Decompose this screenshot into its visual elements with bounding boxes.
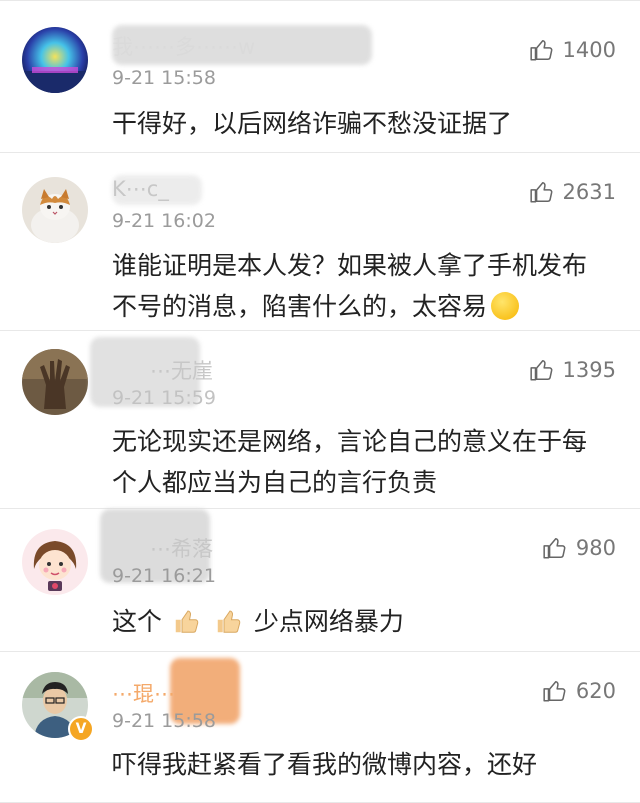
timestamp: 9-21 16:02 bbox=[112, 210, 216, 232]
username[interactable]: ⋯希落 bbox=[150, 533, 213, 563]
username[interactable]: ⋯琨⋯ bbox=[112, 678, 175, 708]
thumbs-up-emoji bbox=[217, 610, 241, 633]
thumbs-up-outline-icon bbox=[529, 40, 552, 61]
comment-item: ⋯无崖 9-21 15:59 1395 无论现实还是网络，言论自己的意义在于每 … bbox=[0, 331, 640, 509]
thumbs-up-emoji bbox=[175, 610, 199, 633]
comment-text: 无论现实还是网络，言论自己的意义在于每 个人都应当为自己的言行负责 bbox=[112, 421, 616, 503]
username[interactable]: 我⋯⋯多⋯⋯w bbox=[112, 31, 255, 61]
avatar[interactable] bbox=[22, 349, 88, 415]
thinking-face-emoji bbox=[491, 292, 520, 320]
comment-item: ⋯希落 9-21 16:21 980 这个 少点网络暴力 bbox=[0, 509, 640, 652]
like-count: 1400 bbox=[562, 38, 616, 62]
username[interactable]: ⋯无崖 bbox=[150, 355, 213, 385]
comment-text: 吓得我赶紧看了看我的微博内容，还好 bbox=[112, 744, 616, 785]
thumbs-up-outline-icon bbox=[543, 538, 566, 559]
timestamp: 9-21 15:58 bbox=[112, 67, 216, 89]
like-button[interactable]: 980 bbox=[542, 535, 616, 561]
comment-item: K⋯c_ 9-21 16:02 2631 谁能证明是本人发？如果被人拿了手机发布… bbox=[0, 153, 640, 331]
thumbs-up-outline-icon bbox=[529, 360, 552, 381]
comment-text: 这个 少点网络暴力 bbox=[112, 601, 616, 642]
comment-item: 我⋯⋯多⋯⋯w 9-21 15:58 1400 干得好，以后网络诈骗不愁没证据了 bbox=[0, 0, 640, 153]
comment-list: 我⋯⋯多⋯⋯w 9-21 15:58 1400 干得好，以后网络诈骗不愁没证据了… bbox=[0, 0, 640, 803]
thumbs-up-outline-icon bbox=[529, 182, 552, 203]
like-count: 620 bbox=[575, 679, 616, 703]
like-button[interactable]: 1395 bbox=[529, 357, 616, 383]
comment-line: 干得好，以后网络诈骗不愁没证据了 bbox=[112, 109, 513, 138]
comment-line: 无论现实还是网络，言论自己的意义在于每 bbox=[112, 427, 588, 456]
verified-badge-icon: V bbox=[68, 716, 94, 742]
username[interactable]: K⋯c_ bbox=[112, 177, 169, 201]
comment-line: 个人都应当为自己的言行负责 bbox=[112, 468, 438, 497]
like-button[interactable]: 2631 bbox=[529, 179, 616, 205]
timestamp: 9-21 15:59 bbox=[112, 387, 216, 409]
comment-line: 吓得我赶紧看了看我的微博内容，还好 bbox=[112, 750, 538, 779]
timestamp: 9-21 16:21 bbox=[112, 565, 216, 587]
comment-text: 干得好，以后网络诈骗不愁没证据了 bbox=[112, 103, 616, 144]
avatar[interactable] bbox=[22, 177, 88, 243]
like-button[interactable]: 620 bbox=[542, 678, 616, 704]
like-count: 1395 bbox=[562, 358, 616, 382]
comment-line-with-emoji: 不号的消息，陷害什么的，太容易 bbox=[112, 286, 616, 327]
like-button[interactable]: 1400 bbox=[529, 37, 616, 63]
comment-text-after: 少点网络暴力 bbox=[253, 607, 404, 636]
like-count: 980 bbox=[575, 536, 616, 560]
timestamp: 9-21 15:58 bbox=[112, 710, 216, 732]
comment-item: V ⋯琨⋯ 9-21 15:58 620 吓得我赶紧看了看我的微博内容，还好 bbox=[0, 652, 640, 803]
avatar[interactable] bbox=[22, 27, 88, 93]
comment-text-before: 这个 bbox=[112, 607, 163, 636]
thumbs-up-outline-icon bbox=[543, 681, 566, 702]
comment-line: 不号的消息，陷害什么的，太容易 bbox=[112, 292, 488, 321]
like-count: 2631 bbox=[562, 180, 616, 204]
avatar[interactable] bbox=[22, 529, 88, 595]
comment-text: 谁能证明是本人发？如果被人拿了手机发布 不号的消息，陷害什么的，太容易 bbox=[112, 245, 616, 327]
comment-line: 谁能证明是本人发？如果被人拿了手机发布 bbox=[112, 251, 588, 280]
